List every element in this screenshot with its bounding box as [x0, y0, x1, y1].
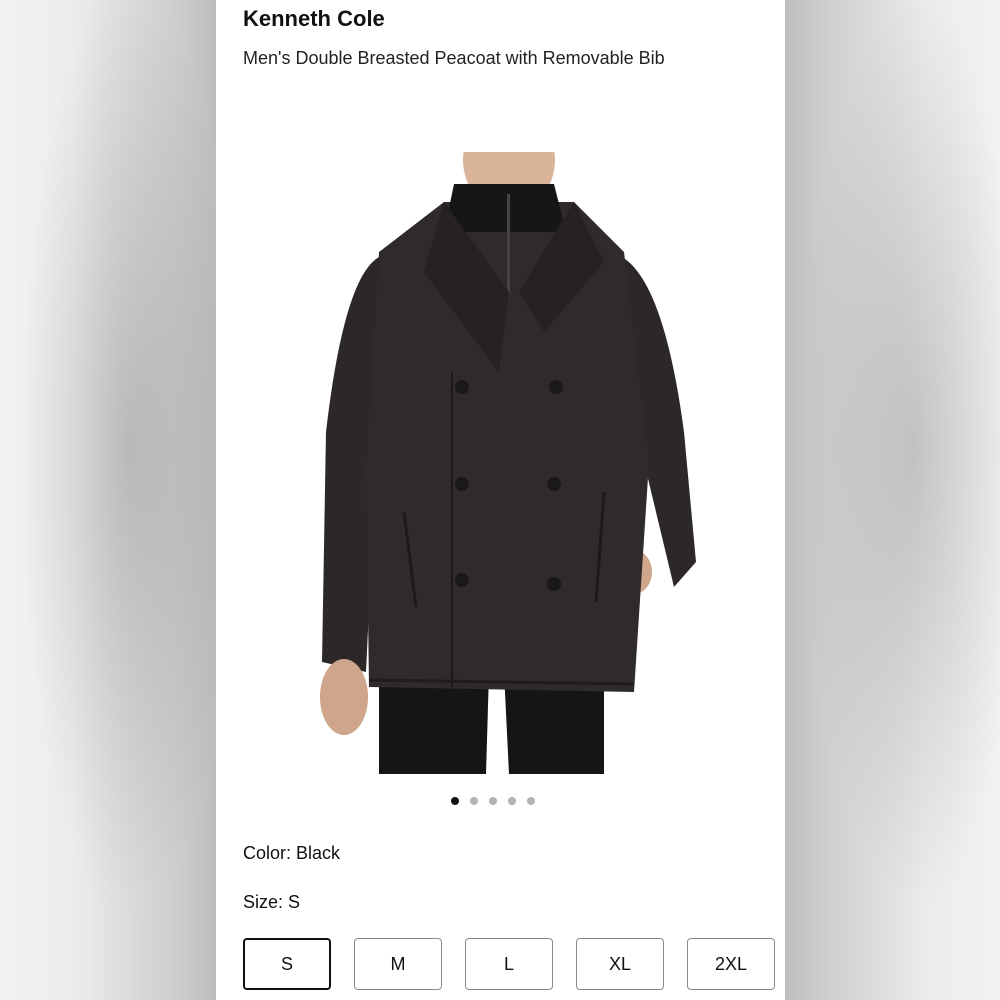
carousel-dot[interactable]: [508, 797, 516, 805]
peacoat-illustration: [320, 108, 696, 774]
carousel-dot[interactable]: [451, 797, 459, 805]
size-option-s[interactable]: S: [243, 938, 331, 990]
left-blurred-background: [0, 0, 216, 1000]
size-option-l[interactable]: L: [465, 938, 553, 990]
product-image[interactable]: [304, 108, 699, 774]
right-blurred-background: [785, 0, 1000, 1000]
brand-name: Kenneth Cole: [243, 6, 385, 31]
product-title: Men's Double Breasted Peacoat with Remov…: [243, 48, 665, 68]
carousel-dots: [451, 797, 535, 805]
size-options: S M L XL 2XL: [243, 938, 775, 990]
product-panel: Kenneth Cole Men's Double Breasted Peaco…: [216, 0, 785, 1000]
size-option-xl[interactable]: XL: [576, 938, 664, 990]
carousel-dot[interactable]: [470, 797, 478, 805]
size-label: Size:: [243, 892, 284, 912]
color-label: Color:: [243, 843, 292, 863]
size-value: S: [288, 892, 301, 912]
carousel-dot[interactable]: [527, 797, 535, 805]
color-selection: Color: Black: [243, 843, 340, 864]
size-selection: Size: S: [243, 892, 300, 913]
size-option-2xl[interactable]: 2XL: [687, 938, 775, 990]
carousel-dot[interactable]: [489, 797, 497, 805]
color-value: Black: [296, 843, 341, 863]
size-option-m[interactable]: M: [354, 938, 442, 990]
